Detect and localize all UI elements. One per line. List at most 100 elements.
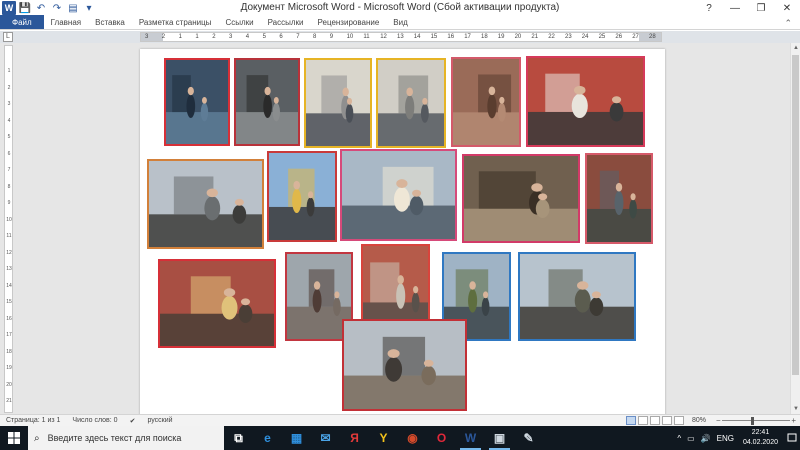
print-layout-view-button[interactable] [625,416,636,425]
horizontal-ruler[interactable]: 3 2 1 1 2 3 4 5 6 7 8 9 10 11 12 13 14 15 16 17 18 19 20 21 22 23… [140,32,662,42]
scroll-up-arrow-icon[interactable]: ▲ [791,43,800,53]
language-indicator[interactable]: русский [141,417,178,424]
photo-image [378,60,444,146]
tab-view[interactable]: Вид [386,15,414,29]
maximize-button[interactable]: ❐ [748,0,774,16]
tray-overflow-icon[interactable]: ^ [674,434,684,443]
quick-access-toolbar: W 💾 ↶ ↷ ▤ ▾ [0,0,98,16]
clock[interactable]: 22:41 04.02.2020 [737,428,784,448]
photo-image [269,153,335,240]
collage-photo-pavilion[interactable] [340,149,457,241]
tab-mailings[interactable]: Рассылки [261,15,311,29]
vertical-ruler-label: 2 [7,84,11,91]
tab-home[interactable]: Главная [44,15,88,29]
expand-ribbon-icon[interactable]: ⌃ [784,18,800,29]
collage-photo-sundial[interactable] [342,319,467,411]
taskbar-edge-icon[interactable]: e [253,426,282,450]
redo-icon[interactable]: ↷ [50,1,64,15]
vertical-ruler-label: 11 [6,233,12,239]
collage-photo-trees[interactable] [518,252,636,341]
photo-image [166,60,228,144]
close-button[interactable]: ✕ [774,0,800,16]
taskbar-word-icon[interactable]: W [456,426,485,450]
ruler-label: 26 [615,34,623,40]
collage-photo-brick-wall[interactable] [585,153,653,244]
minimize-button[interactable]: — [722,0,748,16]
page-count[interactable]: Страница: 1 из 1 [0,417,66,424]
photo-image [344,321,465,409]
tab-file[interactable]: Файл [0,15,44,29]
web-layout-view-button[interactable] [649,416,660,425]
zoom-out-icon[interactable]: − [716,415,721,427]
word-count[interactable]: Число слов: 0 [66,417,123,424]
ruler-label: 4 [245,34,250,40]
ruler-label: 20 [514,34,522,40]
vertical-ruler-label: 5 [7,134,11,140]
photo-image [342,151,455,239]
tab-review[interactable]: Рецензирование [311,15,387,29]
vertical-ruler[interactable]: 1 2 3 4 5 6 7 8 9 10 11 12 13 14 15 16 17 18 19 20 21 [4,45,13,413]
zoom-in-icon[interactable]: + [791,415,796,427]
collage-photo-spire[interactable] [267,151,337,242]
zoom-level[interactable]: 80% [686,417,712,424]
vertical-ruler-label: 19 [6,365,12,371]
taskbar-yandex-browser-icon[interactable]: Y [369,426,398,450]
document-page[interactable] [140,49,665,414]
taskbar-store-icon[interactable]: ▦ [282,426,311,450]
save-icon[interactable]: 💾 [18,1,32,15]
proofing-icon[interactable]: ✔ [124,417,142,425]
ruler-label: 13 [397,34,404,40]
ruler-label: 5 [262,34,266,40]
photo-image [464,156,578,241]
collage-photo-woman-selfie[interactable] [234,58,300,146]
collage-photo-gate[interactable] [376,58,446,148]
taskbar-task-view-icon[interactable]: ⧉ [224,426,253,450]
input-language[interactable]: ENG [714,434,737,443]
taskbar-media-icon[interactable]: ◉ [398,426,427,450]
taskbar-yandex-icon[interactable]: Я [340,426,369,450]
vertical-ruler-label: 12 [6,249,12,256]
collage-photo-statue[interactable] [147,159,264,249]
collage-photo-boy-fence[interactable] [164,58,230,146]
collage-photo-bench-family[interactable] [526,56,645,147]
vertical-ruler-label: 21 [6,398,12,404]
taskbar-photos-icon[interactable]: ▣ [485,426,514,450]
customize-toolbar-icon[interactable]: ▾ [82,1,96,15]
taskbar-opera-icon[interactable]: O [427,426,456,450]
photo-image [306,60,370,146]
help-button[interactable]: ? [696,0,722,16]
full-screen-view-button[interactable] [637,416,648,425]
taskbar-paint-icon[interactable]: ✎ [514,426,543,450]
scroll-down-arrow-icon[interactable]: ▼ [791,404,800,414]
ruler-label: 28 [649,34,656,40]
tab-selector[interactable]: L [3,32,13,42]
network-icon[interactable]: ▭ [684,434,698,443]
collage-photo-bunny[interactable] [451,57,521,147]
ruler-label: 1 [178,34,182,40]
zoom-slider[interactable]: − + [716,415,796,427]
taskbar-mail-icon[interactable]: ✉ [311,426,340,450]
collage-photo-boat[interactable] [462,154,580,243]
vertical-ruler-label: 16 [6,315,12,322]
zoom-slider-knob[interactable] [751,416,755,425]
tab-page-layout[interactable]: Разметка страницы [132,15,219,29]
taskbar-search[interactable]: ⌕ Введите здесь текст для поиска [28,426,224,450]
notification-icon[interactable] [784,426,800,450]
vertical-ruler-label: 4 [7,117,11,124]
outline-view-button[interactable] [661,416,672,425]
collage-photo-gate[interactable] [304,58,372,148]
start-button[interactable] [0,426,28,450]
collage-photo-bunnies-wall[interactable] [158,259,276,348]
ruler-label: 25 [598,34,606,40]
tab-insert[interactable]: Вставка [88,15,132,29]
vertical-scrollbar[interactable]: ▲ ▼ [790,43,800,414]
volume-icon[interactable]: 🔊 [698,434,714,443]
draft-view-button[interactable] [673,416,684,425]
tab-references[interactable]: Ссылки [218,15,260,29]
scrollbar-thumb[interactable] [792,55,799,375]
print-preview-icon[interactable]: ▤ [66,1,80,15]
search-placeholder[interactable]: Введите здесь текст для поиска [48,433,182,443]
photo-image [149,161,262,247]
undo-icon[interactable]: ↶ [34,1,48,15]
ruler-label: 23 [565,34,572,40]
